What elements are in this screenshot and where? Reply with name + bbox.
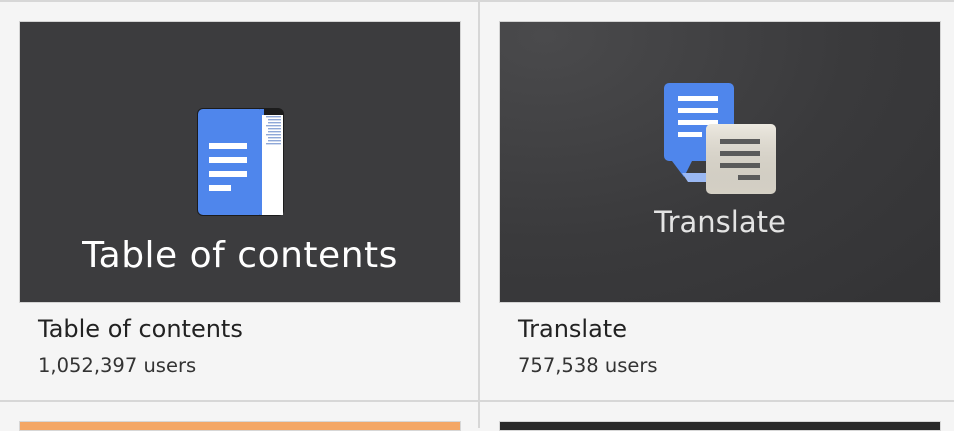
addon-card-translate[interactable]: Translate Translate 757,538 users <box>499 21 941 399</box>
thumbnail-caption: Table of contents <box>82 235 398 276</box>
translate-icon <box>664 83 776 194</box>
addon-card-table-of-contents[interactable]: Table of contents Table of contents 1,05… <box>19 21 461 399</box>
table-of-contents-icon <box>197 108 284 216</box>
grid-divider-row <box>0 400 954 402</box>
addon-user-count: 757,538 users <box>518 354 658 377</box>
addon-title[interactable]: Table of contents <box>38 315 243 343</box>
next-addon-thumbnail[interactable] <box>499 421 941 431</box>
next-addon-thumbnail[interactable] <box>19 421 461 431</box>
thumbnail-caption: Translate <box>654 205 786 239</box>
grid-divider-top <box>0 0 954 2</box>
addon-thumbnail[interactable]: Table of contents <box>19 21 461 303</box>
addon-thumbnail[interactable]: Translate <box>499 21 941 303</box>
addon-title[interactable]: Translate <box>518 315 627 343</box>
grid-divider-column <box>478 0 480 428</box>
addon-user-count: 1,052,397 users <box>38 354 197 377</box>
